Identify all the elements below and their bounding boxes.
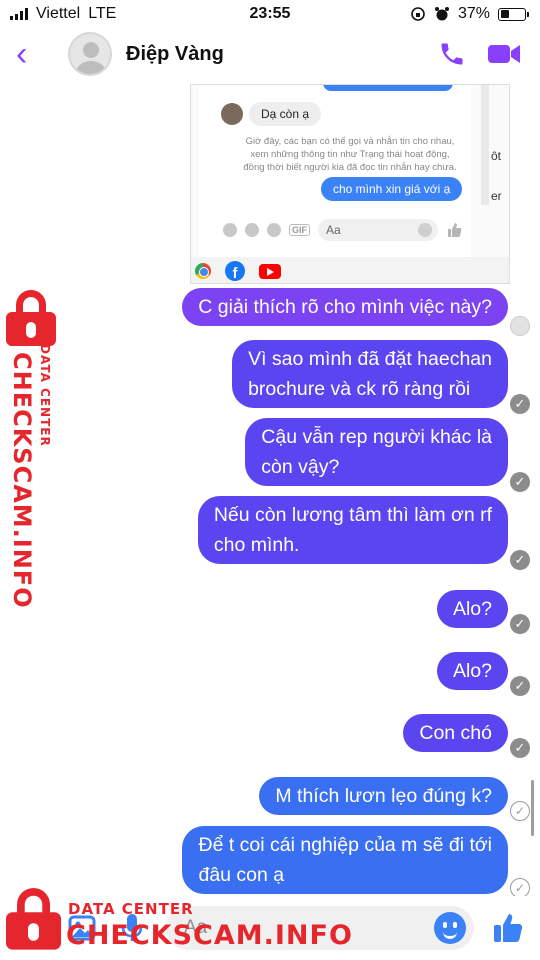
message-text: Nếu còn lương tâm thì làm ơn rf [213,504,492,526]
message-text: Để t coi cái nghiệp của m sẽ đi tới [198,834,492,856]
watermark-bottom: DATA CENTER CHECKSCAM.INFO [6,888,352,958]
delivered-check-icon: ✓ [510,550,530,570]
message-bubble[interactable]: Để t coi cái nghiệp của m sẽ đi tới đâu … [182,826,508,894]
status-left: Viettel LTE [10,5,116,23]
lock-icon [6,290,56,346]
message-bubble[interactable]: Nếu còn lương tâm thì làm ơn rf cho mình… [197,496,508,564]
embedded-composer: GIF Aa [223,219,462,241]
alarm-icon [434,7,449,21]
scrollbar[interactable] [531,780,534,836]
youtube-icon [259,263,281,279]
thumbs-up-icon[interactable] [492,912,524,944]
watermark-brand: CHECKSCAM.INFO [8,352,36,609]
embedded-chat: Dạ còn ạ Giờ đây, các bạn có thể gọi và … [199,85,471,283]
embedded-info-text: Giờ đây, các bạn có thể gọi và nhắn tin … [243,136,457,173]
network-type: LTE [88,5,117,22]
watermark-subtitle: DATA CENTER [68,900,194,918]
message-text: cho mình. [213,534,300,556]
video-camera-icon[interactable] [484,41,524,67]
message-text: brochure và ck rõ ràng rồi [248,378,471,400]
status-right: 37% [410,5,529,23]
thumbs-up-icon [448,223,462,237]
delivered-check-icon: ✓ [510,676,530,696]
embedded-side-text: ôt [491,149,502,163]
plus-icon [223,223,237,237]
orientation-lock-icon [411,7,425,21]
message-text: Vì sao mình đã đặt haechan [248,348,492,370]
embedded-received-message: Dạ còn ạ [249,102,322,126]
delivered-check-icon: ✓ [510,394,530,414]
embedded-previous-bubble [323,85,453,91]
embedded-input: Aa [318,219,438,241]
message-text: Con chó [419,722,492,744]
conversation-header: ‹ Điệp Vàng [0,28,540,80]
message-text: còn vậy? [261,456,340,478]
delivered-check-icon: ✓ [510,472,530,492]
embedded-avatar [221,103,243,125]
battery-icon [498,7,529,21]
embedded-scrollbar [481,85,489,205]
phone-icon[interactable] [432,40,472,68]
message-text: Cậu vẫn rep người khác là [261,426,492,448]
watermark-left: CHECKSCAM.INFO DATA CENTER [6,290,64,609]
sticker-icon [267,223,281,237]
status-bar: Viettel LTE 23:55 37% [0,0,540,28]
message-text: Alo? [452,598,492,620]
photo-icon [245,223,259,237]
message-text: C giải thích rõ cho mình việc này? [198,296,492,318]
embedded-side-text: er [491,189,502,203]
message-bubble[interactable]: Alo? [436,590,508,628]
message-bubble[interactable]: Cậu vẫn rep người khác là còn vậy? [245,418,508,486]
message-bubble[interactable]: Con chó [403,714,508,752]
shared-screenshot[interactable]: Dạ còn ạ Giờ đây, các bạn có thể gọi và … [190,84,510,284]
watermark-brand: CHECKSCAM.INFO [66,920,353,951]
message-text: M thích lươn lẹo đúng k? [275,785,492,807]
embedded-sent-message: cho mình xin giá với ạ [321,177,463,201]
delivered-check-icon: ✓ [510,614,530,634]
seen-avatar [510,316,530,336]
back-chevron-icon[interactable]: ‹ [16,37,46,71]
emoji-icon[interactable] [434,912,466,944]
contact-name[interactable]: Điệp Vàng [126,43,420,66]
sent-check-icon: ✓ [510,878,530,898]
message-bubble[interactable]: Alo? [436,652,508,690]
embedded-dock: f [191,257,509,283]
message-bubble[interactable]: M thích lươn lẹo đúng k? [259,777,508,815]
battery-percent: 37% [457,5,490,22]
lock-icon [6,888,61,950]
sent-check-icon: ✓ [510,801,530,821]
gif-icon: GIF [289,224,310,236]
delivered-check-icon: ✓ [510,738,530,758]
chrome-icon [195,263,211,279]
message-bubble[interactable]: Vì sao mình đã đặt haechan brochure và c… [232,340,508,408]
facebook-icon: f [225,261,245,281]
battery-fill [500,10,509,18]
carrier: Viettel [36,5,81,22]
message-text: Alo? [452,660,492,682]
watermark-subtitle: DATA CENTER [38,344,52,447]
message-bubble[interactable]: C giải thích rõ cho mình việc này? [182,288,508,326]
contact-avatar[interactable] [68,32,112,76]
message-text: đâu con ạ [198,864,285,886]
signal-icon [10,8,28,20]
